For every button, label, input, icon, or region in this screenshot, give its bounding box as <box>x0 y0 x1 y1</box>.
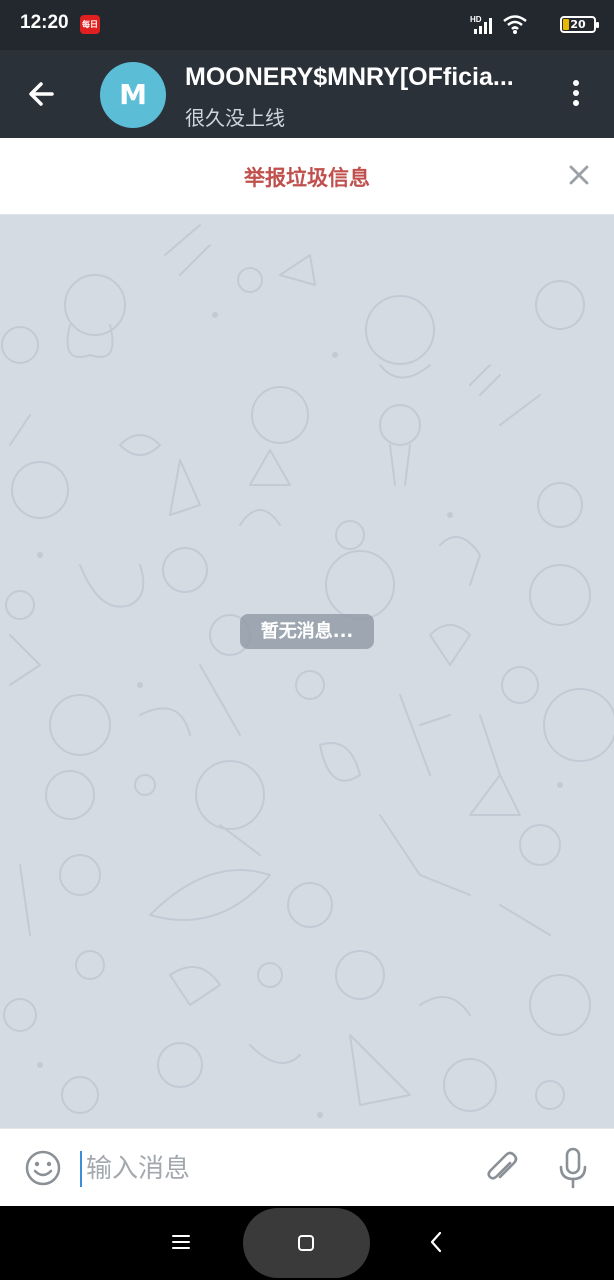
hd-signal-icon: HD <box>470 15 492 34</box>
chat-area: 暂无消息... <box>0 215 614 1128</box>
chat-background-pattern <box>1 224 614 1118</box>
battery-level: 20 <box>570 18 586 31</box>
back-icon[interactable] <box>428 1230 444 1254</box>
attach-icon[interactable] <box>484 1149 520 1187</box>
more-vertical-icon[interactable] <box>564 80 588 110</box>
svg-text:HD: HD <box>470 15 482 24</box>
chat-title[interactable]: MOONERY$MNRY[OFficia... <box>185 63 535 92</box>
home-button[interactable] <box>243 1208 370 1278</box>
menu-icon[interactable] <box>170 1232 192 1252</box>
microphone-icon[interactable] <box>556 1147 590 1189</box>
status-bar: 12:20 每日 HD 20 <box>0 0 614 50</box>
wifi-icon <box>503 15 527 34</box>
system-nav-bar <box>0 1206 614 1280</box>
home-icon <box>298 1235 314 1251</box>
notification-badge-icon: 每日 <box>80 15 100 34</box>
chat-header: M MOONERY$MNRY[OFficia... 很久没上线 <box>0 50 614 138</box>
battery-icon: 20 <box>560 16 599 33</box>
emoji-icon[interactable] <box>24 1149 62 1187</box>
close-icon[interactable] <box>568 164 590 186</box>
status-time: 12:20 <box>20 12 69 33</box>
report-spam-button[interactable]: 举报垃圾信息 <box>0 162 614 192</box>
message-composer <box>0 1128 614 1207</box>
message-input[interactable] <box>80 1151 466 1187</box>
report-spam-bar: 举报垃圾信息 <box>0 138 614 215</box>
empty-chat-message: 暂无消息... <box>240 614 374 649</box>
back-arrow-icon[interactable] <box>22 76 62 112</box>
chat-status: 很久没上线 <box>185 106 285 130</box>
avatar[interactable]: M <box>100 62 166 128</box>
